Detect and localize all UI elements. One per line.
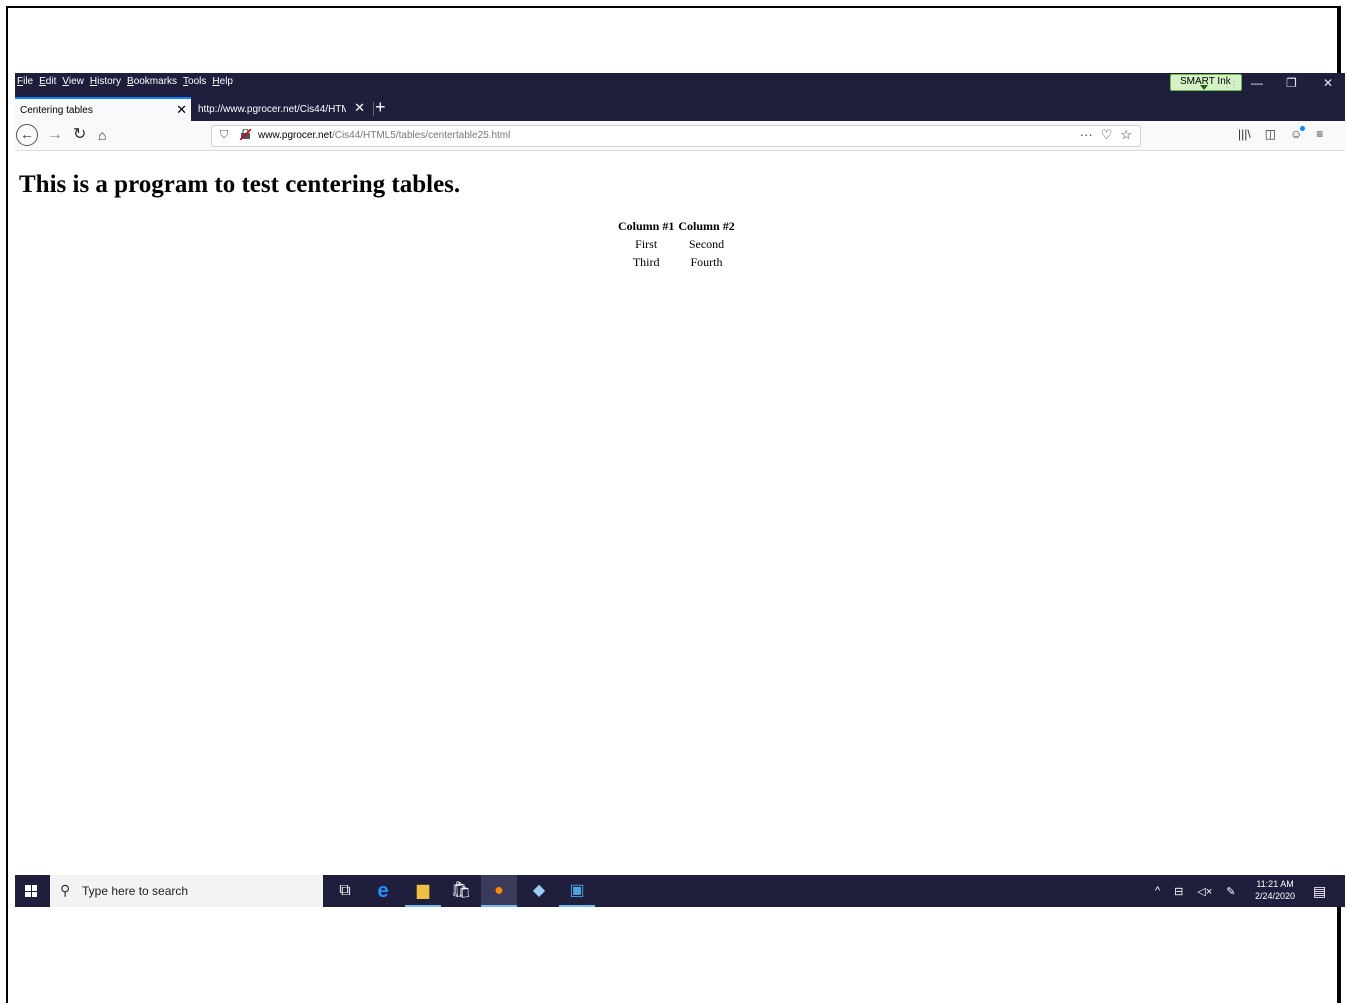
- menu-history[interactable]: History: [90, 76, 121, 87]
- insecure-lock-icon[interactable]: [240, 129, 251, 140]
- new-tab-icon[interactable]: +: [375, 97, 386, 118]
- tab-title: Centering tables: [20, 105, 93, 116]
- file-explorer-icon[interactable]: ▆: [405, 875, 441, 907]
- table-cell: Fourth: [690, 254, 723, 269]
- close-window-icon[interactable]: ✕: [1323, 76, 1333, 90]
- table-row: First Second: [616, 235, 737, 253]
- table-cell: Third: [632, 254, 660, 269]
- firefox-icon[interactable]: ●: [481, 875, 517, 907]
- menu-file[interactable]: File: [17, 76, 33, 87]
- tab-centering-tables[interactable]: Centering tables ✕: [15, 97, 191, 121]
- dropdown-arrow-icon: [1200, 85, 1208, 90]
- tab-separator: [373, 102, 374, 116]
- navigation-bar: ← → ↻ ⌂ ⛉ www.pgrocer.net/Cis44/HTML5/ta…: [15, 121, 1345, 151]
- menu-tools[interactable]: Tools: [183, 76, 206, 87]
- menu-bar: File Edit View History Bookmarks Tools H…: [15, 73, 1345, 97]
- pocket-icon[interactable]: ♡: [1101, 127, 1113, 143]
- windows-taskbar: ⚲ Type here to search ⧉ e ▆ 🛍 ● ◆ ▣ ^ ⊟ …: [15, 875, 1345, 907]
- tab-bar: Centering tables ✕ http://www.pgrocer.ne…: [15, 97, 1345, 121]
- page-heading: This is a program to test centering tabl…: [19, 171, 461, 198]
- page-content: This is a program to test centering tabl…: [15, 151, 1345, 873]
- volume-muted-icon[interactable]: ◁×: [1197, 885, 1212, 898]
- show-hidden-icons-icon[interactable]: ^: [1155, 885, 1160, 897]
- close-tab-icon[interactable]: ✕: [176, 102, 187, 118]
- column-header: Column #2: [678, 218, 735, 233]
- clock-time: 11:21 AM: [1256, 879, 1294, 889]
- url-text: www.pgrocer.net/Cis44/HTML5/tables/cente…: [258, 130, 510, 141]
- table-cell: Second: [688, 236, 725, 251]
- notifications-icon[interactable]: ▤: [1313, 883, 1326, 900]
- minimize-icon[interactable]: —: [1251, 76, 1263, 90]
- account-icon[interactable]: ☺: [1290, 126, 1306, 141]
- pen-icon[interactable]: ✎: [1226, 885, 1235, 898]
- table-cell: First: [635, 236, 658, 251]
- edge-browser-icon[interactable]: e: [365, 875, 401, 907]
- bookmark-star-icon[interactable]: ☆: [1120, 127, 1132, 143]
- menu-help[interactable]: Help: [212, 76, 233, 87]
- editor-app-icon[interactable]: ▣: [559, 875, 595, 907]
- windows-logo-icon: [25, 885, 37, 897]
- url-host: www.pgrocer.net: [258, 130, 332, 141]
- screen: File Edit View History Bookmarks Tools H…: [15, 73, 1345, 907]
- taskbar-clock[interactable]: 11:21 AM 2/24/2020: [1255, 878, 1295, 902]
- hamburger-menu-icon[interactable]: ≡: [1316, 127, 1323, 141]
- screenshot-frame: File Edit View History Bookmarks Tools H…: [6, 6, 1345, 1003]
- smart-ink-toolbar[interactable]: SMART Ink ⋮⋮: [1170, 74, 1242, 91]
- more-actions-icon[interactable]: ···: [1080, 127, 1093, 143]
- url-path: /Cis44/HTML5/tables/centertable25.html: [331, 130, 511, 141]
- taskbar-search-box[interactable]: ⚲ Type here to search: [50, 875, 323, 907]
- start-button[interactable]: [15, 875, 47, 907]
- centered-table: Column #1 Column #2 First Second Third F…: [616, 217, 737, 271]
- reload-icon[interactable]: ↻: [73, 126, 86, 144]
- menu-bookmarks[interactable]: Bookmarks: [127, 76, 177, 87]
- task-view-icon[interactable]: ⧉: [327, 875, 363, 907]
- menu-list: File Edit View History Bookmarks Tools H…: [17, 76, 233, 87]
- address-bar[interactable]: ⛉ www.pgrocer.net/Cis44/HTML5/tables/cen…: [211, 125, 1141, 147]
- library-icon[interactable]: |||\: [1238, 127, 1251, 141]
- toolbar-icons: |||\ ◫ ☺ ≡: [1238, 126, 1323, 141]
- home-icon[interactable]: ⌂: [98, 126, 106, 144]
- forward-arrow-icon[interactable]: →: [47, 126, 63, 144]
- page-actions: ··· ♡ ☆: [1080, 127, 1132, 143]
- grip-icon: ⋮⋮: [1223, 80, 1238, 89]
- tab-title: http://www.pgrocer.net/Cis44/HTML5: [198, 104, 346, 115]
- column-header: Column #1: [618, 218, 675, 233]
- network-icon[interactable]: ⊟: [1174, 885, 1183, 898]
- tracking-shield-icon[interactable]: ⛉: [220, 129, 228, 142]
- clock-date: 2/24/2020: [1255, 891, 1296, 901]
- system-tray: ^ ⊟ ◁× ✎: [1155, 875, 1236, 907]
- menu-edit[interactable]: Edit: [39, 76, 56, 87]
- search-placeholder: Type here to search: [82, 884, 189, 898]
- search-icon: ⚲: [60, 882, 71, 898]
- back-arrow-icon[interactable]: ←: [16, 124, 38, 146]
- sidebar-icon[interactable]: ◫: [1265, 127, 1276, 141]
- table-header-row: Column #1 Column #2: [616, 217, 737, 235]
- tab-pgrocer[interactable]: http://www.pgrocer.net/Cis44/HTML5 ✕: [191, 97, 369, 121]
- restore-icon[interactable]: ❐: [1286, 76, 1297, 90]
- menu-view[interactable]: View: [62, 76, 84, 87]
- notepad-app-icon[interactable]: ◆: [521, 875, 557, 907]
- close-tab-icon[interactable]: ✕: [354, 100, 365, 116]
- store-icon[interactable]: 🛍: [443, 875, 479, 907]
- table-row: Third Fourth: [616, 253, 737, 271]
